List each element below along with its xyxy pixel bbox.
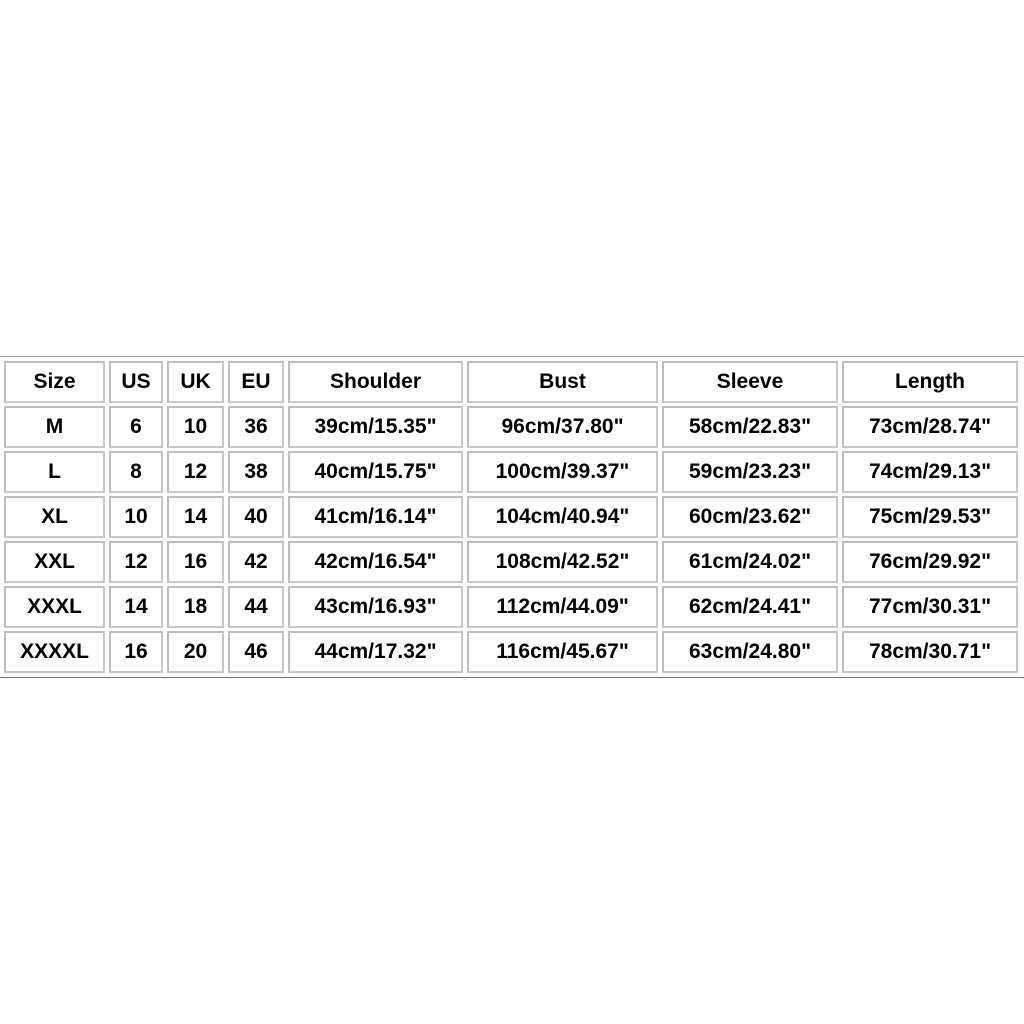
table-cell: XXXL [4,586,105,628]
table-cell: M [4,406,105,448]
table-cell: 58cm/22.83" [662,406,838,448]
column-header: Bust [467,361,658,403]
table-cell: 100cm/39.37" [467,451,658,493]
column-header: Sleeve [662,361,838,403]
table-cell: 8 [109,451,163,493]
table-cell: XXXXL [4,631,105,673]
column-header: EU [228,361,284,403]
column-header: US [109,361,163,403]
table-cell: 77cm/30.31" [842,586,1018,628]
header-row: Size US UK EU Shoulder Bust Sleeve Length [4,361,1018,403]
table-cell: XL [4,496,105,538]
column-header: Shoulder [288,361,463,403]
table-cell: 42 [228,541,284,583]
table-cell: 73cm/28.74" [842,406,1018,448]
table-row: XXL 12 16 42 42cm/16.54" 108cm/42.52" 61cm/24.… [4,541,1018,583]
table-cell: 78cm/30.71" [842,631,1018,673]
table-cell: 108cm/42.52" [467,541,658,583]
table-cell: 20 [167,631,224,673]
table-cell: XXL [4,541,105,583]
table-cell: 112cm/44.09" [467,586,658,628]
table-cell: 41cm/16.14" [288,496,463,538]
table-cell: 16 [109,631,163,673]
size-chart: Size US UK EU Shoulder Bust Sleeve Length M 6 10 36… [0,356,1024,678]
table-cell: 74cm/29.13" [842,451,1018,493]
table-cell: L [4,451,105,493]
table-row: XL 10 14 40 41cm/16.14" 104cm/40.94" 60cm/23.6… [4,496,1018,538]
table-cell: 39cm/15.35" [288,406,463,448]
table-cell: 63cm/24.80" [662,631,838,673]
table-cell: 10 [109,496,163,538]
column-header: Length [842,361,1018,403]
table-cell: 46 [228,631,284,673]
size-table: Size US UK EU Shoulder Bust Sleeve Length M 6 10 36… [0,358,1022,676]
table-cell: 116cm/45.67" [467,631,658,673]
table-cell: 18 [167,586,224,628]
table-row: XXXL 14 18 44 43cm/16.93" 112cm/44.09" 62cm/24… [4,586,1018,628]
table-cell: 6 [109,406,163,448]
table-cell: 38 [228,451,284,493]
table-cell: 61cm/24.02" [662,541,838,583]
table-cell: 12 [167,451,224,493]
table-cell: 12 [109,541,163,583]
column-header: UK [167,361,224,403]
table-cell: 40cm/15.75" [288,451,463,493]
table-cell: 59cm/23.23" [662,451,838,493]
table-cell: 40 [228,496,284,538]
table-cell: 60cm/23.62" [662,496,838,538]
table-cell: 10 [167,406,224,448]
table-cell: 76cm/29.92" [842,541,1018,583]
column-header: Size [4,361,105,403]
table-cell: 96cm/37.80" [467,406,658,448]
table-cell: 43cm/16.93" [288,586,463,628]
table-cell: 42cm/16.54" [288,541,463,583]
table-cell: 75cm/29.53" [842,496,1018,538]
table-cell: 16 [167,541,224,583]
table-cell: 36 [228,406,284,448]
table-cell: 44 [228,586,284,628]
table-cell: 104cm/40.94" [467,496,658,538]
table-cell: 62cm/24.41" [662,586,838,628]
table-row: M 6 10 36 39cm/15.35" 96cm/37.80" 58cm/22.83" 7… [4,406,1018,448]
table-row: L 8 12 38 40cm/15.75" 100cm/39.37" 59cm/23.23"… [4,451,1018,493]
table-cell: 14 [167,496,224,538]
table-row: XXXXL 16 20 46 44cm/17.32" 116cm/45.67" 63cm/2… [4,631,1018,673]
table-cell: 14 [109,586,163,628]
table-cell: 44cm/17.32" [288,631,463,673]
